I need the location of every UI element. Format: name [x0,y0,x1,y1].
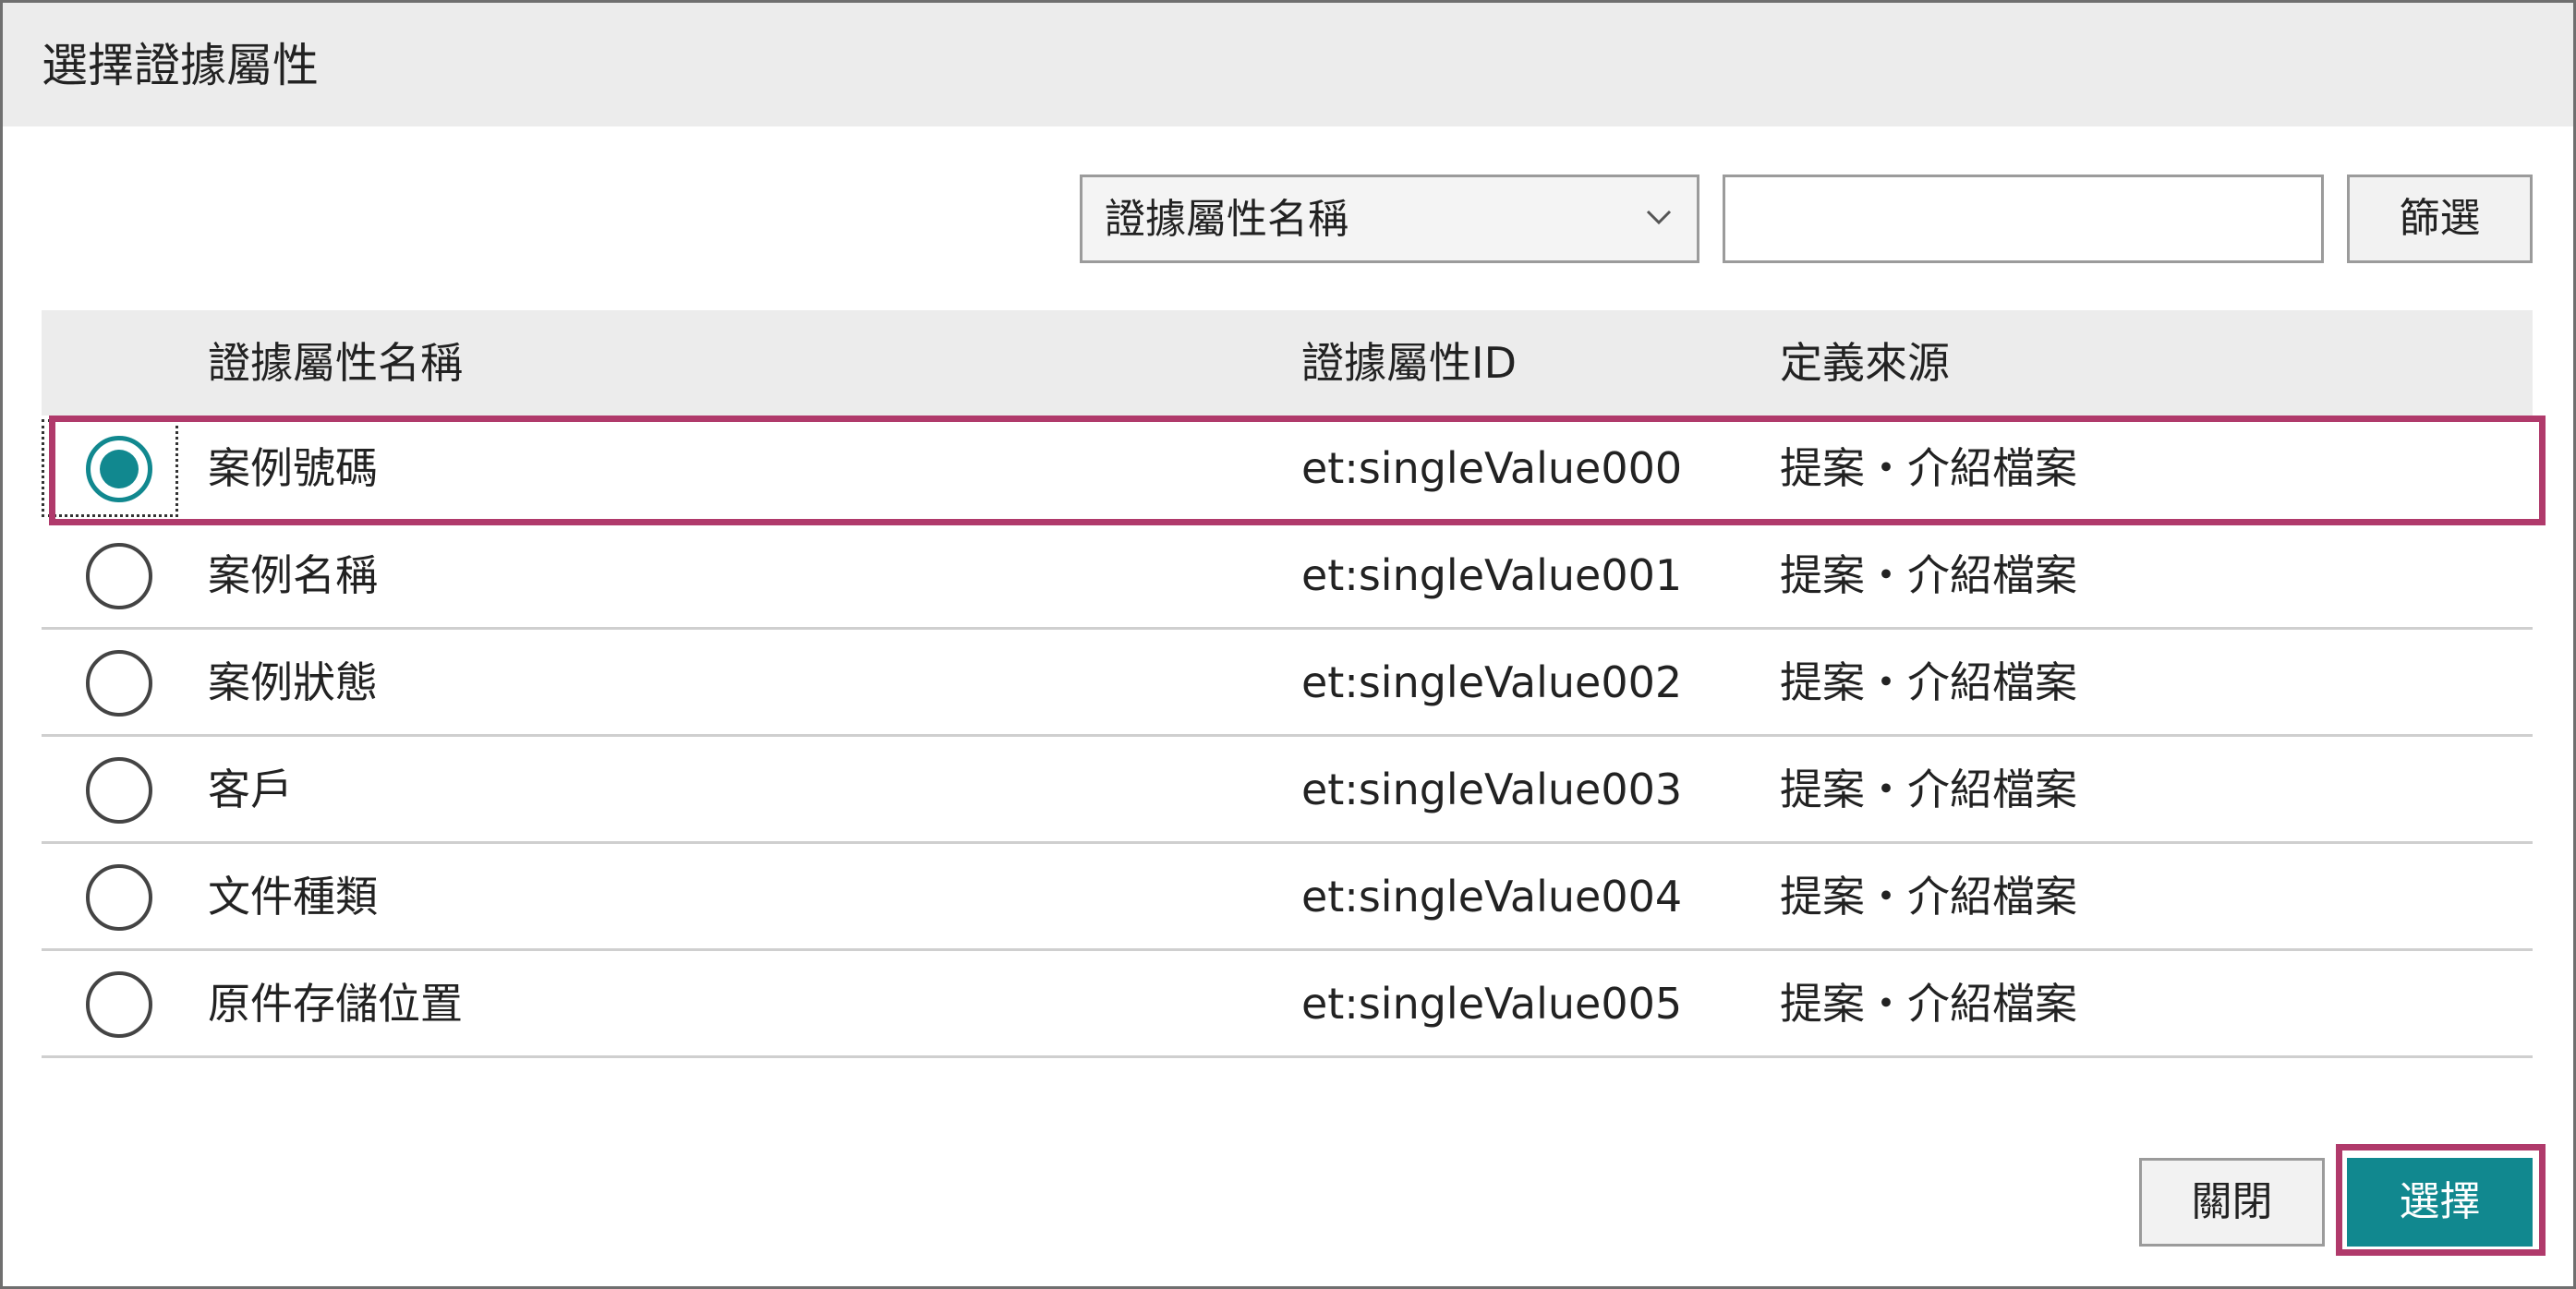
cell-id: et:singleValue003 [1301,765,1683,814]
radio-cell[interactable] [42,844,180,948]
cell-id: et:singleValue002 [1301,657,1683,707]
header-id: 證據屬性ID [1301,338,1517,388]
cell-name: 客戶 [208,765,293,814]
close-button[interactable]: 關閉 [2139,1158,2325,1247]
radio-cell[interactable] [42,630,180,734]
radio-button[interactable] [86,971,152,1038]
table-row[interactable]: 原件存儲位置 et:singleValue005 提案・介紹檔案 [42,951,2533,1058]
cell-source: 提案・介紹檔案 [1780,765,2077,814]
radio-button[interactable] [86,757,152,824]
cell-name: 文件種類 [208,872,378,922]
table-row[interactable]: 案例狀態 et:singleValue002 提案・介紹檔案 [42,630,2533,737]
radio-button[interactable] [86,650,152,717]
filter-field-value: 證據屬性名稱 [1105,196,1348,243]
cell-name: 案例號碼 [208,443,378,493]
cell-source: 提案・介紹檔案 [1780,657,2077,707]
radio-cell[interactable] [42,523,180,627]
select-button[interactable]: 選擇 [2347,1158,2533,1247]
cell-id: et:singleValue001 [1301,550,1683,600]
table-row[interactable]: 案例號碼 et:singleValue000 提案・介紹檔案 [42,416,2533,523]
filter-button[interactable]: 篩選 [2347,175,2533,263]
radio-button[interactable] [86,864,152,931]
select-evidence-attribute-dialog: 選擇證據屬性 證據屬性名稱 篩選 證據屬性名稱 證據屬性ID 定義來源 案例號碼… [0,0,2576,1289]
cell-name: 案例名稱 [208,550,378,600]
cell-source: 提案・介紹檔案 [1780,979,2077,1029]
cell-source: 提案・介紹檔案 [1780,550,2077,600]
dialog-titlebar: 選擇證據屬性 [3,3,2573,126]
table-header: 證據屬性名稱 證據屬性ID 定義來源 [42,310,2533,416]
cell-id: et:singleValue005 [1301,979,1683,1029]
table-row[interactable]: 客戶 et:singleValue003 提案・介紹檔案 [42,737,2533,844]
filter-input[interactable] [1723,175,2324,263]
header-source: 定義來源 [1780,338,1950,388]
dialog-title: 選擇證據屬性 [42,39,319,92]
cell-source: 提案・介紹檔案 [1780,443,2077,493]
radio-button[interactable] [86,543,152,609]
filter-field-select[interactable]: 證據屬性名稱 [1080,175,1699,263]
table-row[interactable]: 案例名稱 et:singleValue001 提案・介紹檔案 [42,523,2533,630]
table-row[interactable]: 文件種類 et:singleValue004 提案・介紹檔案 [42,844,2533,951]
cell-id: et:singleValue004 [1301,872,1683,922]
radio-button-selected[interactable] [86,436,152,502]
cell-name: 案例狀態 [208,657,378,707]
radio-cell[interactable] [42,416,180,523]
attribute-table: 證據屬性名稱 證據屬性ID 定義來源 案例號碼 et:singleValue00… [42,310,2533,1058]
radio-cell[interactable] [42,737,180,841]
cell-id: et:singleValue000 [1301,443,1683,493]
cell-name: 原件存儲位置 [208,979,463,1029]
chevron-down-icon [1646,210,1672,225]
cell-source: 提案・介紹檔案 [1780,872,2077,922]
radio-cell[interactable] [42,951,180,1055]
header-name: 證據屬性名稱 [208,338,463,388]
